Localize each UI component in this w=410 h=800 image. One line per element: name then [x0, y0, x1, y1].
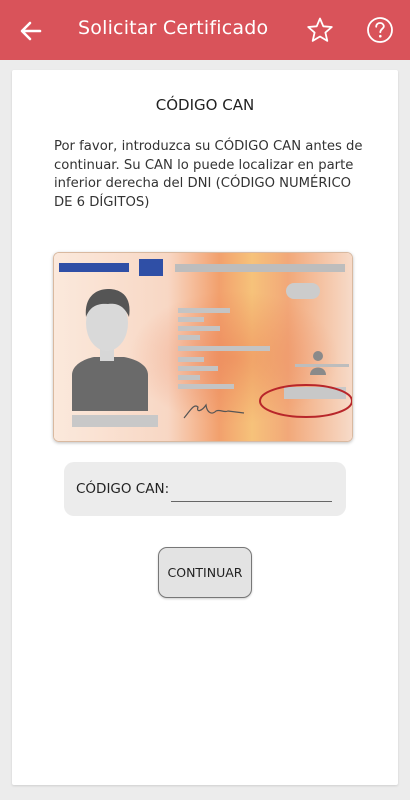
help-icon [367, 17, 393, 43]
continue-button[interactable]: CONTINUAR [158, 547, 252, 598]
section-heading: CÓDIGO CAN [155, 96, 255, 114]
back-button[interactable] [18, 18, 44, 44]
dni-card-image [54, 253, 352, 441]
instructions-text: Por favor, introduzca su CÓDIGO CAN ante… [54, 139, 363, 210]
favorite-button[interactable] [306, 16, 334, 44]
can-input[interactable] [171, 478, 332, 502]
page-title: Solicitar Certificado [78, 17, 269, 39]
star-icon [307, 17, 333, 42]
arrow-left-icon [20, 21, 42, 41]
can-input-row: CÓDIGO CAN: [64, 462, 346, 516]
dni-card-illustration [53, 252, 353, 442]
help-button[interactable] [366, 16, 394, 44]
can-label: CÓDIGO CAN: [76, 481, 170, 497]
app-bar: Solicitar Certificado [0, 0, 410, 60]
can-card: CÓDIGO CAN Por favor, introduzca su CÓDI… [12, 70, 398, 785]
